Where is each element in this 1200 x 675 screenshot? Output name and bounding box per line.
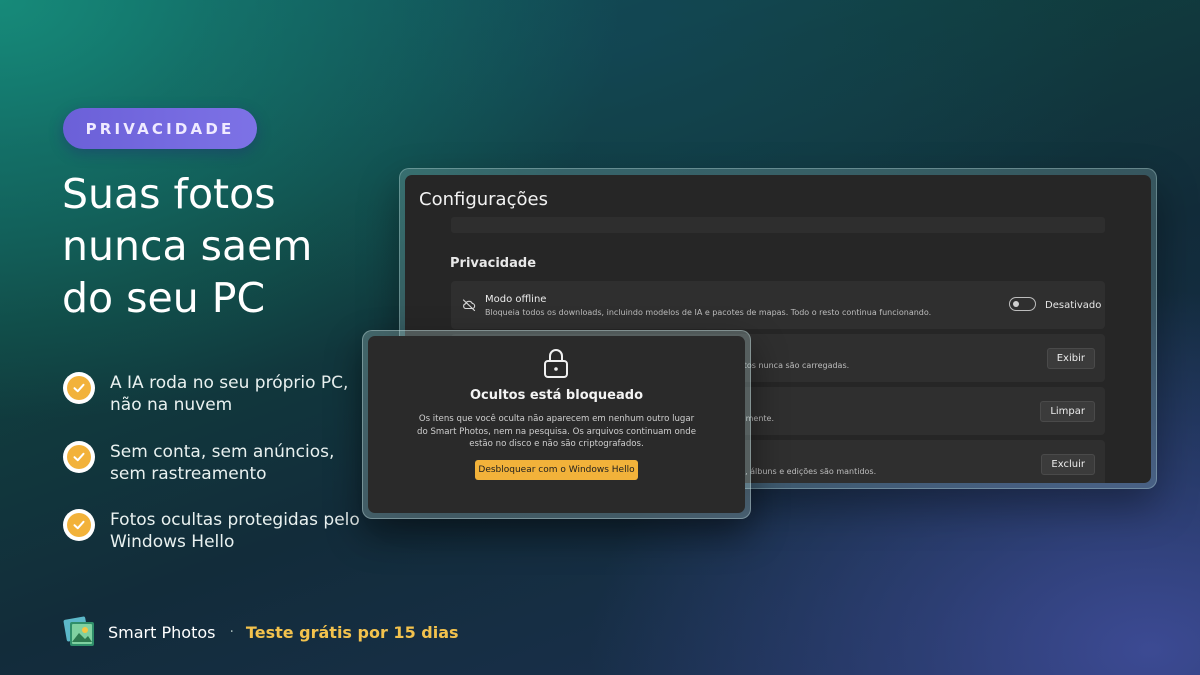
toggle-state-label: Desativado: [1045, 300, 1102, 311]
setting-description: os, álbuns e edições são mantidos.: [736, 467, 877, 476]
feature-text: A IA roda no seu próprio PC, não na nuve…: [110, 373, 349, 415]
dialog-body: Os itens que você oculta não aparecem em…: [417, 414, 696, 449]
checkmark-icon: [63, 509, 95, 541]
show-button[interactable]: Exibir: [1046, 348, 1095, 369]
feature-item: A IA roda no seu próprio PC, não na nuve…: [63, 372, 360, 416]
checkmark-icon: [63, 372, 95, 404]
trial-offer: Teste grátis por 15 dias: [245, 622, 459, 642]
privacy-badge: PRIVACIDADE: [63, 108, 257, 149]
setting-description: fotos nunca são carregadas.: [736, 361, 850, 370]
lock-icon: [544, 349, 568, 378]
brand-footer: Smart Photos · Teste grátis por 15 dias: [63, 615, 459, 649]
feature-item: Fotos ocultas protegidas pelo Windows He…: [63, 509, 360, 553]
app-name: Smart Photos: [108, 622, 216, 642]
cloud-off-icon: [462, 299, 476, 312]
offline-mode-toggle[interactable]: [1009, 297, 1036, 311]
setting-title: Modo offline: [485, 294, 547, 305]
clear-button[interactable]: Limpar: [1040, 401, 1095, 422]
feature-text: Fotos ocultas protegidas pelo Windows He…: [110, 510, 360, 552]
delete-button[interactable]: Excluir: [1041, 454, 1095, 475]
window-title: Configurações: [419, 189, 548, 210]
setting-description: Bloqueia todos os downloads, incluindo m…: [485, 308, 932, 317]
hidden-locked-dialog: Ocultos está bloqueado Os itens que você…: [368, 336, 745, 513]
headline: Suas fotos nunca saem do seu PC: [62, 170, 313, 322]
separator: ·: [229, 624, 234, 640]
setting-row-offline-mode: Modo offline Bloqueia todos os downloads…: [451, 281, 1105, 329]
checkmark-icon: [63, 441, 95, 473]
search-bar[interactable]: [451, 217, 1105, 233]
feature-text: Sem conta, sem anúncios, sem rastreament…: [110, 442, 335, 484]
dialog-title: Ocultos está bloqueado: [469, 388, 644, 403]
section-title-privacy: Privacidade: [450, 256, 537, 271]
unlock-windows-hello-button[interactable]: Desbloquear com o Windows Hello: [475, 460, 638, 480]
app-logo-icon: [63, 615, 97, 649]
feature-item: Sem conta, sem anúncios, sem rastreament…: [63, 441, 360, 485]
